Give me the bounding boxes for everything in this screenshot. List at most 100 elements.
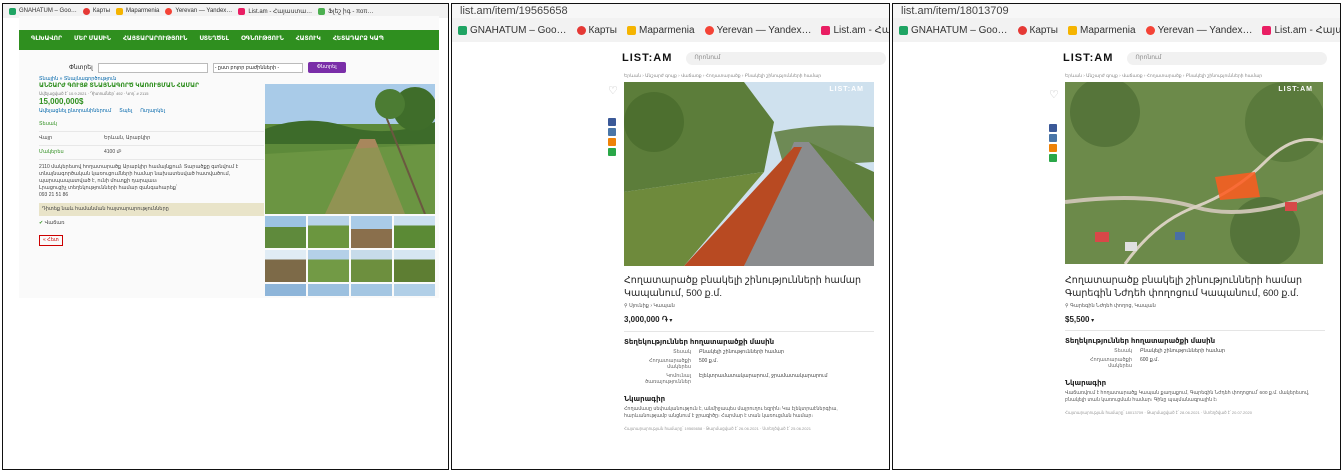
listing-description: 2110 մակերեսով հողատարածք Արաբկիր համայն… — [39, 164, 239, 184]
odnoklassniki-icon[interactable] — [608, 138, 616, 146]
maparmenia-icon — [1068, 25, 1077, 35]
bookmark[interactable]: Yerevan — Yandex… — [1145, 25, 1252, 36]
listing-price: 15,000,000$ — [39, 97, 84, 106]
thumbnail[interactable] — [308, 284, 349, 296]
thumbnail[interactable] — [265, 284, 306, 296]
category-select[interactable]: - ըստ բոլոր բաժինների - — [212, 62, 303, 73]
facebook-icon[interactable] — [1049, 124, 1057, 132]
nav-item[interactable]: ԳԼԽԱՎՈՐ — [31, 35, 62, 45]
breadcrumb[interactable]: Երևան › Անշարժ գույք › Վաճառք › Հողատարա… — [893, 70, 1340, 79]
listing-location[interactable]: ⚲ Սյունիք › Կապան — [624, 303, 874, 309]
thumbnail[interactable] — [265, 216, 306, 248]
bookmark[interactable]: GNAHATUM – Goo… — [899, 25, 1008, 36]
listing-photo[interactable]: LIST:AM — [624, 82, 874, 266]
thumbnail[interactable] — [265, 250, 306, 282]
site-header: LIST:AM Որոնում — [893, 46, 1340, 70]
favorite-link[interactable]: Ավելացնել ընտրանիներում — [39, 108, 111, 115]
bookmark[interactable]: Yerevan — Yandex… — [165, 7, 232, 15]
listam-watermark: LIST:AM — [829, 86, 864, 93]
listing-price[interactable]: $5,500 ▾ — [1065, 315, 1325, 324]
address-bar[interactable]: list.am/item/18013709 — [893, 4, 1340, 18]
search-input[interactable]: Որոնում — [686, 51, 887, 65]
thumbnail[interactable] — [308, 250, 349, 282]
listam-logo[interactable]: LIST:AM — [1063, 52, 1113, 64]
map-pin-icon — [1145, 25, 1155, 35]
action-links: Ավելացնել ընտրանիներում Տպել Ուղարկել — [39, 108, 264, 115]
heart-icon[interactable]: ♡ — [1049, 90, 1059, 101]
listing-title: Հողատարածք բնակելի շինությունների համար … — [624, 275, 862, 299]
address-bar[interactable]: list.am/item/19565658 — [452, 4, 889, 18]
bookmark[interactable]: List.am - Հայաստա… — [1262, 25, 1340, 36]
detail-row: Տեսակ — [39, 118, 264, 132]
back-button[interactable]: « Հետ — [39, 235, 63, 246]
main-photo[interactable] — [265, 84, 435, 214]
thumbnail[interactable] — [394, 284, 435, 296]
mail-icon[interactable] — [1049, 154, 1057, 162]
bookmark[interactable]: Maparmenia — [627, 25, 695, 36]
search-input[interactable] — [97, 62, 208, 73]
info-heading: Տեղեկություններ հողատարածքի մասին — [624, 339, 775, 346]
nav-item[interactable]: ՍՏԵՂԾԵԼ — [199, 35, 229, 45]
heart-icon[interactable]: ♡ — [608, 86, 618, 97]
nav-item[interactable]: ՄԵՐ ՄԱՍԻՆ — [74, 35, 111, 45]
nav-item[interactable]: ՀԵՏԱԴԱՐՁ ԿԱՊ — [333, 35, 384, 45]
breadcrumb[interactable]: Տնային » Տնայնագործություն — [39, 76, 264, 83]
map-pin-icon — [704, 25, 714, 35]
bookmark[interactable]: GNAHATUM – Goo… — [458, 25, 567, 36]
map-pin-icon — [1017, 25, 1027, 35]
listam-icon — [1262, 25, 1272, 35]
nav-item[interactable]: ՀԱՏՈՒԿ — [296, 35, 321, 45]
bookmark[interactable]: GNAHATUM – Goo… — [9, 7, 77, 15]
screenshot-panel-3: list.am/item/18013709 GNAHATUM – Goo… Ка… — [892, 3, 1341, 470]
bookmark[interactable]: List.am - Հայաստա… — [238, 7, 312, 15]
mail-icon[interactable] — [608, 148, 616, 156]
send-link[interactable]: Ուղարկել — [140, 108, 165, 115]
thumbnail[interactable] — [394, 250, 435, 282]
maparmenia-icon — [116, 7, 124, 15]
odnoklassniki-icon[interactable] — [1049, 144, 1057, 152]
drive-icon — [9, 7, 16, 15]
drive-icon — [458, 25, 467, 35]
divider — [1065, 330, 1325, 331]
bookmark[interactable]: Yerevan — Yandex… — [704, 25, 811, 36]
bookmark[interactable]: Карты — [576, 25, 617, 36]
listing-meta: Հայտարարության համարը՝ 18013709 · Թարմաց… — [1065, 410, 1252, 415]
thumbnail[interactable] — [308, 216, 349, 248]
bookmark[interactable]: Maparmenia — [1068, 25, 1136, 36]
nav-item[interactable]: ՀԱՅՏԱՐԱՐՈՒԹՅՈՒՆ — [123, 35, 187, 45]
info-row: Տեսակ Բնակելի շինությունների համար — [673, 349, 784, 355]
thumbnail[interactable] — [351, 284, 392, 296]
related-header: Դիտեք նաև համանման հայտարարությունները — [39, 203, 264, 216]
bookmark[interactable]: Карты — [82, 7, 110, 15]
vk-icon[interactable] — [1049, 134, 1057, 142]
search-label: Փնտրել — [69, 65, 93, 71]
info-row: Հողատարածքի մակերես 600 ք.մ. — [1089, 357, 1159, 369]
thumbnail[interactable] — [351, 250, 392, 282]
map-pin-icon — [82, 7, 90, 15]
info-row: Հողատարածքի մակերես 500 ք.մ. — [648, 358, 718, 370]
search-input[interactable]: Որոնում — [1127, 51, 1328, 65]
bookmark[interactable]: Ֆլեշ իգ - ποπ… — [318, 7, 373, 15]
thumbnail[interactable] — [394, 216, 435, 248]
bookmark[interactable]: Карты — [1017, 25, 1058, 36]
sale-check: ✔ Վաճառ — [39, 220, 65, 226]
nav-item[interactable]: ՕԳՆՈՒԹՅՈՒՆ — [241, 35, 284, 45]
main-nav: ԳԼԽԱՎՈՐ ՄԵՐ ՄԱՍԻՆ ՀԱՅՏԱՐԱՐՈՒԹՅՈՒՆ ՍՏԵՂԾԵ… — [19, 30, 439, 50]
listing-meta: Հայտարարության համարը՝ 19565658 · Թարմաց… — [624, 426, 811, 431]
listam-logo[interactable]: LIST:AM — [622, 52, 672, 64]
bookmark[interactable]: List.am - Հայաստա… — [821, 25, 889, 36]
facebook-icon[interactable] — [608, 118, 616, 126]
listing-subtitle: Ավելացված է՝ 10.9.2021 · Դիտումներ՝ 492 … — [39, 91, 149, 96]
listam-page: LIST:AM Որոնում Երևան › Անշարժ գույք › Վ… — [893, 46, 1340, 469]
listing-photo[interactable]: LIST:AM — [1065, 82, 1323, 264]
breadcrumb[interactable]: Երևան › Անշարժ գույք › Վաճառք › Հողատարա… — [452, 70, 889, 79]
bookmark[interactable]: Maparmenia — [116, 7, 159, 15]
vk-icon[interactable] — [608, 128, 616, 136]
listing-location[interactable]: ⚲ Գարեգին Նժդեհ փողոց, Կապան — [1065, 303, 1325, 309]
listing-price[interactable]: 3,000,000 ֏ ▾ — [624, 315, 874, 325]
thumbnail[interactable] — [351, 216, 392, 248]
map-pin-icon — [576, 25, 586, 35]
print-link[interactable]: Տպել — [119, 108, 132, 115]
search-button[interactable]: Փնտրել — [307, 62, 346, 73]
share-icons — [1049, 124, 1057, 162]
